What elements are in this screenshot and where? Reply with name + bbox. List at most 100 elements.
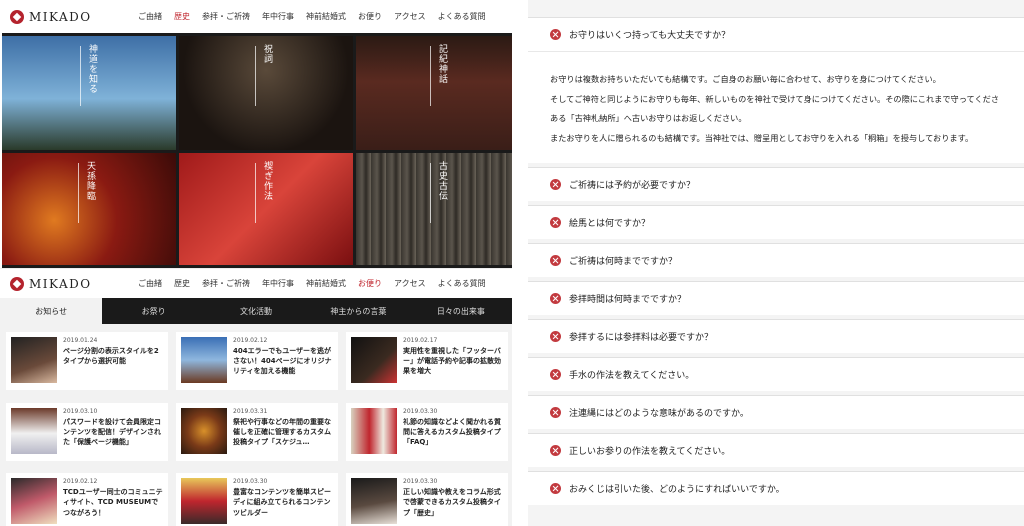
post-card[interactable]: 2019.03.31 祭祀や行事などの年間の重要な催しを正確に管理するカスタム投稿… — [176, 402, 338, 461]
nav-item-nenchu[interactable]: 年中行事 — [262, 11, 294, 22]
tile-misogi[interactable]: 禊ぎ作法 — [179, 153, 353, 265]
faq-question[interactable]: おみくじは引いた後、どのようにすればいいですか。 — [528, 471, 1024, 505]
site-header-secondary: MIKADO ご由緒 歴史 参拝・ご祈祷 年中行事 神前結婚式 お便り アクセス… — [0, 268, 512, 298]
tile-divider — [255, 163, 256, 223]
main-nav: ご由緒 歴史 参拝・ご祈祷 年中行事 神前結婚式 お便り アクセス よくある質問 — [138, 278, 486, 289]
expand-icon[interactable] — [550, 445, 561, 456]
site-header: MIKADO ご由緒 歴史 参拝・ご祈祷 年中行事 神前結婚式 お便り アクセス… — [0, 0, 512, 33]
faq-answer-line: お守りは複数お持ちいただいても結構です。ご自身のお願い毎に合わせて、お守りを身に… — [550, 74, 941, 84]
nav-item-otayori[interactable]: お便り — [358, 11, 382, 22]
expand-icon[interactable] — [550, 217, 561, 228]
expand-icon[interactable] — [550, 331, 561, 342]
nav-item-otayori[interactable]: お便り — [358, 278, 382, 289]
category-grid: 神道を知る 祝詞 記紀神話 天孫降臨 禊ぎ作法 古史古伝 — [2, 33, 512, 268]
post-date: 2019.03.10 — [63, 407, 98, 415]
post-thumbnail — [181, 478, 227, 525]
faq-question[interactable]: 正しいお参りの作法を教えてください。 — [528, 433, 1024, 467]
nav-item-faq[interactable]: よくある質問 — [438, 11, 486, 22]
tab-oshirase[interactable]: お知らせ — [0, 298, 103, 324]
faq-question-text: お守りはいくつ持っても大丈夫ですか？ — [569, 31, 731, 41]
faq-question[interactable]: 手水の作法を教えてください。 — [528, 357, 1024, 391]
tile-label: 祝詞 — [262, 44, 272, 64]
post-card[interactable]: 2019.03.10 パスワードを設けて会員限定コンテンツを配信！デザインされた「… — [6, 402, 168, 461]
tab-omatsuri[interactable]: お祭り — [102, 298, 204, 324]
faq-question-text: 注連縄にはどのような意味があるのですか。 — [569, 409, 749, 419]
nav-item-kekkon[interactable]: 神前結婚式 — [306, 11, 346, 22]
nav-item-rekishi[interactable]: 歴史 — [174, 278, 190, 289]
post-thumbnail — [181, 337, 227, 383]
post-list: 2019.01.24 ページ分割の表示スタイルを2タイプから選択可能 2019.0… — [0, 324, 512, 526]
nav-item-faq[interactable]: よくある質問 — [438, 278, 486, 289]
faq-answer: お守りは複数お持ちいただいても結構です。ご自身のお願い毎に合わせて、お守りを身に… — [528, 51, 1024, 163]
faq-question[interactable]: 注連縄にはどのような意味があるのですか。 — [528, 395, 1024, 429]
post-card[interactable]: 2019.03.30 正しい知識や教えをコラム形式で啓蒙できるカスタム投稿タイプ「… — [346, 473, 508, 526]
post-card[interactable]: 2019.03.30 礼節の知識などよく聞かれる質問に答えるカスタム投稿タイプ「F… — [346, 402, 508, 461]
post-title: 礼節の知識などよく聞かれる質問に答えるカスタム投稿タイプ「FAQ」 — [403, 417, 501, 446]
expand-icon[interactable] — [550, 293, 561, 304]
logo[interactable]: MIKADO — [10, 9, 138, 24]
logo-text: MIKADO — [29, 9, 92, 24]
faq-question-open[interactable]: お守りはいくつ持っても大丈夫ですか？ — [528, 17, 1024, 51]
post-thumbnail — [11, 337, 57, 383]
expand-icon[interactable] — [550, 483, 561, 494]
tile-koshi[interactable]: 古史古伝 — [356, 153, 512, 265]
post-date: 2019.03.30 — [233, 478, 268, 486]
faq-question[interactable]: 参拝時間は何時までですか？ — [528, 281, 1024, 315]
nav-item-yuisho[interactable]: ご由緒 — [138, 11, 162, 22]
faq-question[interactable]: 絵馬とは何ですか？ — [528, 205, 1024, 239]
tile-kiki[interactable]: 記紀神話 — [356, 36, 512, 150]
faq-accordion: お守りはいくつ持っても大丈夫ですか？ お守りは複数お持ちいただいても結構です。ご… — [528, 0, 1024, 509]
tab-hibi[interactable]: 日々の出来事 — [410, 298, 512, 324]
expand-icon[interactable] — [550, 369, 561, 380]
faq-question[interactable]: ご祈祷には予約が必要ですか？ — [528, 167, 1024, 201]
post-card[interactable]: 2019.02.12 TCDユーザー同士のコミュニティサイト、TCD MUSEUM… — [6, 473, 168, 526]
nav-item-sanpai[interactable]: 参拝・ご祈祷 — [202, 11, 250, 22]
close-icon[interactable] — [550, 29, 561, 40]
post-title: 豊富なコンテンツを簡単スピーディに組み立てられるコンテンツビルダー — [233, 488, 331, 517]
nav-item-sanpai[interactable]: 参拝・ご祈祷 — [202, 278, 250, 289]
post-card[interactable]: 2019.01.24 ページ分割の表示スタイルを2タイプから選択可能 — [6, 332, 168, 390]
nav-item-access[interactable]: アクセス — [394, 278, 426, 289]
expand-icon[interactable] — [550, 255, 561, 266]
tile-divider — [80, 46, 81, 106]
tab-kannushi[interactable]: 神主からの言葉 — [307, 298, 409, 324]
nav-item-yuisho[interactable]: ご由緒 — [138, 278, 162, 289]
tile-label: 記紀神話 — [437, 44, 447, 84]
news-tabs: お知らせ お祭り 文化活動 神主からの言葉 日々の出来事 — [0, 298, 512, 324]
faq-question-text: ご祈祷には予約が必要ですか？ — [569, 181, 696, 191]
tile-norito[interactable]: 祝詞 — [179, 36, 353, 150]
faq-question[interactable]: 参拝するには参拝料は必要ですか？ — [528, 319, 1024, 353]
tile-divider — [78, 163, 79, 223]
expand-icon[interactable] — [550, 407, 561, 418]
nav-item-nenchu[interactable]: 年中行事 — [262, 278, 294, 289]
post-thumbnail — [351, 478, 397, 525]
post-date: 2019.02.12 — [63, 478, 98, 486]
tab-bunka[interactable]: 文化活動 — [205, 298, 307, 324]
tile-divider — [255, 46, 256, 106]
post-date: 2019.01.24 — [63, 337, 98, 344]
faq-question-text: 正しいお参りの作法を教えてください。 — [569, 447, 731, 457]
faq-question[interactable]: ご祈祷は何時までですか？ — [528, 243, 1024, 277]
post-date: 2019.02.12 — [233, 337, 268, 344]
nav-item-kekkon[interactable]: 神前結婚式 — [306, 278, 346, 289]
nav-item-access[interactable]: アクセス — [394, 11, 426, 22]
logo[interactable]: MIKADO — [10, 276, 138, 291]
main-nav: ご由緒 歴史 参拝・ご祈祷 年中行事 神前結婚式 お便り アクセス よくある質問 — [138, 11, 486, 22]
post-card[interactable]: 2019.02.17 実用性を重視した「フッターバー」が電話予約や記事の拡散効果を… — [346, 332, 508, 390]
post-title: 404エラーでもユーザーを逃がさない！404ページにオリジナリティを加える機能 — [233, 347, 332, 376]
expand-icon[interactable] — [550, 179, 561, 190]
tile-divider — [430, 46, 431, 106]
faq-answer-line: ある「古神札納所」へ古いお守りはお返しください。 — [550, 113, 747, 123]
post-card[interactable]: 2019.02.12 404エラーでもユーザーを逃がさない！404ページにオリジナ… — [176, 332, 338, 390]
logo-mark-icon — [10, 9, 24, 24]
faq-question-text: 参拝するには参拝料は必要ですか？ — [569, 333, 714, 343]
post-thumbnail — [11, 478, 57, 525]
post-date: 2019.03.30 — [403, 478, 438, 486]
post-card[interactable]: 2019.03.30 豊富なコンテンツを簡単スピーディに組み立てられるコンテンツビ… — [176, 473, 338, 526]
tile-label: 古史古伝 — [437, 161, 447, 201]
post-thumbnail — [351, 337, 397, 383]
nav-item-rekishi[interactable]: 歴史 — [174, 11, 190, 22]
tile-shinto[interactable]: 神道を知る — [2, 36, 176, 150]
tile-tenson[interactable]: 天孫降臨 — [2, 153, 176, 265]
right-screenshot-faq: お守りはいくつ持っても大丈夫ですか？ お守りは複数お持ちいただいても結構です。ご… — [512, 0, 1024, 526]
